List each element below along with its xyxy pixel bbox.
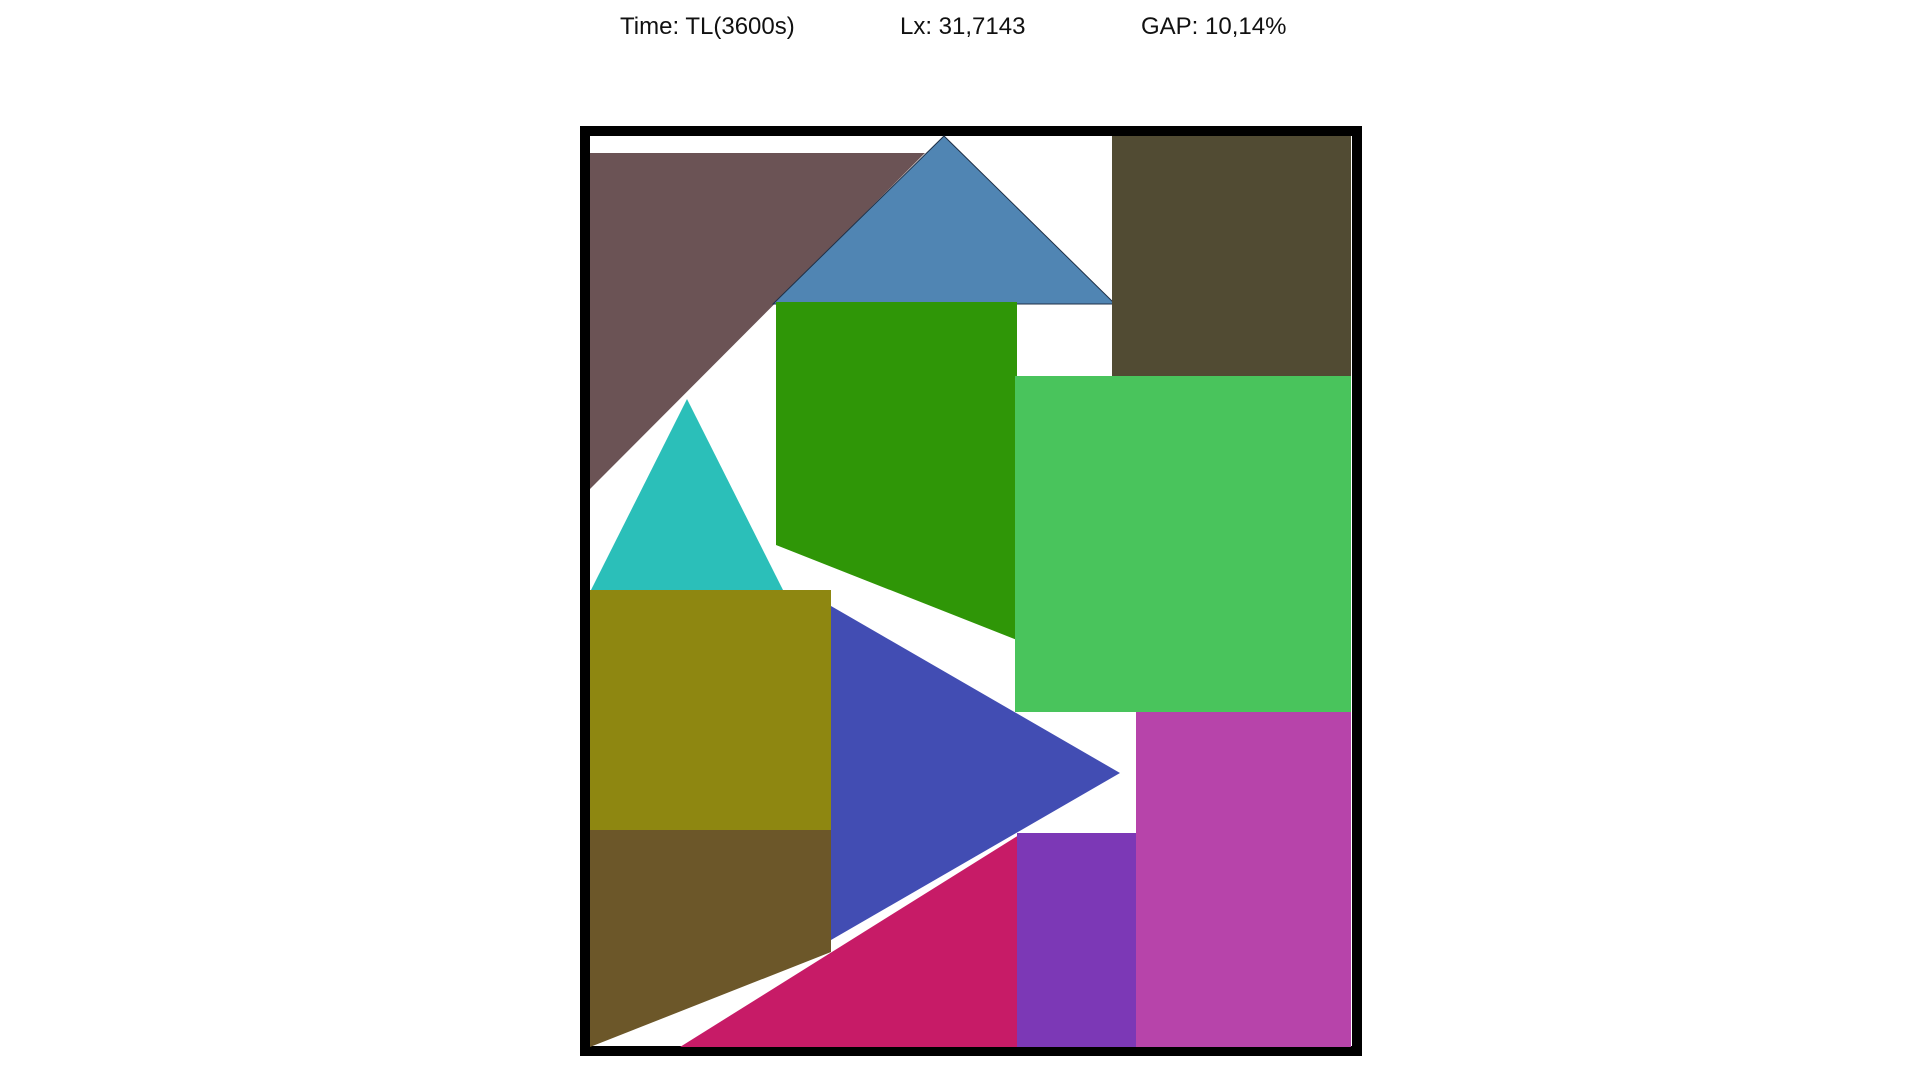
pieces-layer (590, 135, 1351, 1047)
light-green-rectangle (1015, 376, 1351, 712)
packing-diagram (580, 126, 1362, 1056)
olive-square (590, 590, 831, 832)
purple-rectangle (1017, 833, 1138, 1047)
magenta-rectangle (1136, 712, 1351, 1047)
dark-olive-rectangle (1112, 136, 1351, 376)
